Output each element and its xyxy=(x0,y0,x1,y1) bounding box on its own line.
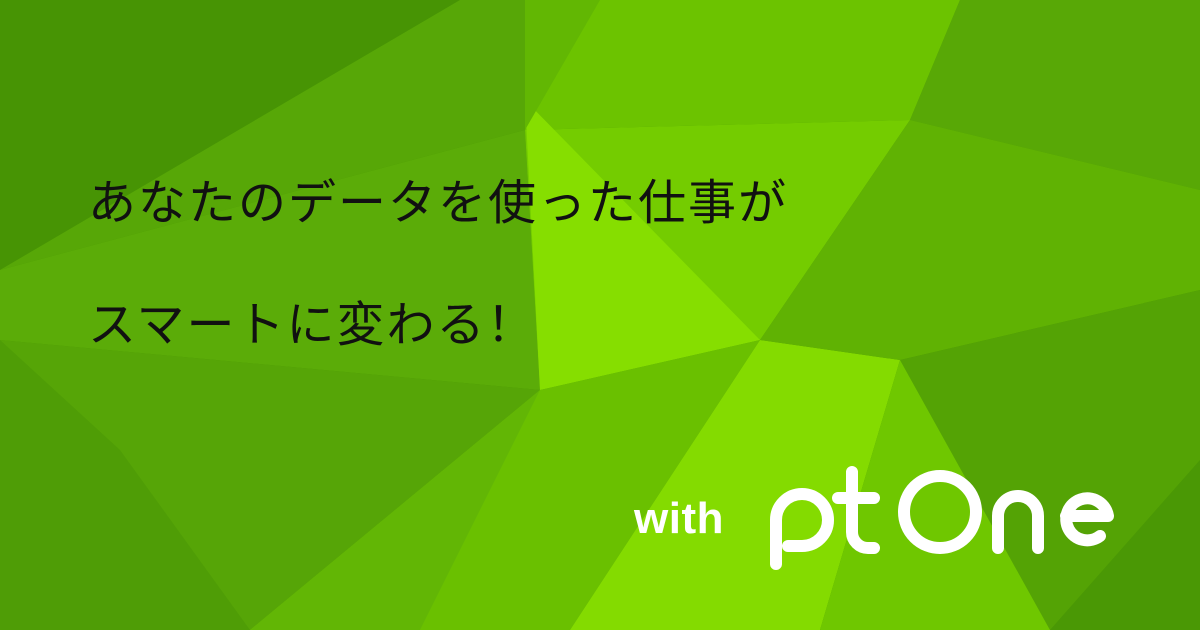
headline-line-2: スマートに変わる！ xyxy=(88,297,537,353)
brand-lockup: with xyxy=(632,462,1132,572)
brand-with-text: with xyxy=(634,494,724,543)
pt-one-logo xyxy=(770,466,1114,570)
headline: あなたのデータを使った仕事が スマートに変わる！ xyxy=(88,142,788,386)
headline-line-1: あなたのデータを使った仕事が xyxy=(88,175,789,231)
banner: あなたのデータを使った仕事が スマートに変わる！ with xyxy=(0,0,1200,630)
